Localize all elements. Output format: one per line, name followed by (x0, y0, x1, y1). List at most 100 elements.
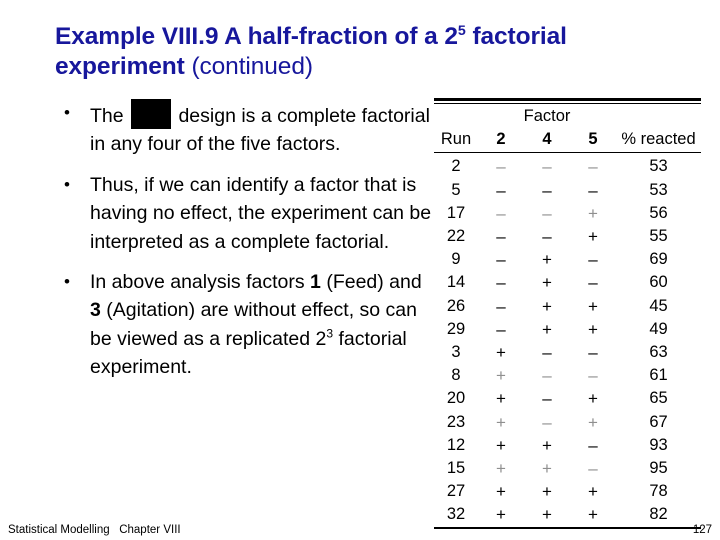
bullet-text-bold-factor-1: 1 (310, 271, 321, 294)
cell-run: 14 (446, 273, 466, 292)
table-header-row: Run 2 4 5 % reacted (434, 128, 701, 154)
cell-factor-4: – (542, 366, 552, 386)
cell-factor-2: – (496, 319, 506, 339)
rule (434, 526, 701, 531)
cell-factor-5: – (588, 157, 598, 177)
table-row: 12 + + – 93 (434, 434, 701, 457)
cell-factor-2: + (496, 482, 506, 502)
cell-factor-4: – (542, 389, 552, 409)
empty-cell (616, 104, 701, 129)
table-group-header-row: Factor (434, 104, 701, 129)
cell-pct-reacted: 55 (649, 227, 668, 246)
cell-factor-4: + (542, 319, 552, 339)
cell-factor-2: – (496, 227, 506, 247)
page-title: Example VIII.9 A half-fraction of a 25 f… (55, 22, 675, 82)
cell-factor-2: – (496, 157, 506, 177)
cell-factor-4: – (542, 180, 552, 200)
cell-run: 22 (446, 227, 466, 246)
cell-factor-5: – (588, 459, 598, 479)
bullet-text-seg: (Feed) and (320, 271, 422, 294)
cell-pct-reacted: 78 (649, 482, 668, 501)
cell-run: 20 (446, 389, 466, 408)
table-row: 8 + – – 61 (434, 364, 701, 387)
page-number: 127 (692, 524, 712, 536)
column-header-factor-2: 2 (478, 128, 524, 154)
cell-pct-reacted: 65 (649, 389, 668, 408)
cell-factor-4: – (542, 412, 552, 432)
cell-run: 27 (446, 482, 466, 501)
cell-run: 17 (446, 203, 466, 222)
cell-run: 26 (446, 296, 466, 315)
table-row: 27 + + +78 (434, 480, 701, 503)
bullet-text-seg: In above analysis factors (90, 271, 311, 294)
table-row: 3 + – – 63 (434, 341, 701, 364)
cell-factor-5: + (588, 319, 598, 339)
cell-pct-reacted: 82 (649, 505, 668, 524)
bullet-marker-icon: • (64, 272, 70, 292)
cell-pct-reacted: 95 (649, 459, 668, 478)
cell-factor-2: + (496, 343, 506, 363)
cell-factor-4: + (542, 273, 552, 293)
list-item: • Thus, if we can identify a factor that … (62, 171, 432, 256)
cell-factor-2: – (496, 296, 506, 316)
cell-pct-reacted: 60 (649, 273, 668, 292)
cell-pct-reacted: 67 (649, 412, 668, 431)
cell-factor-4: + (542, 296, 552, 316)
cell-pct-reacted: 56 (649, 203, 668, 222)
empty-cell (434, 104, 478, 129)
cell-run: 12 (446, 435, 466, 454)
cell-factor-4: + (542, 505, 552, 525)
cell-pct-reacted: 63 (649, 343, 668, 362)
cell-factor-2: – (496, 203, 506, 223)
table-row: 9 – + – 69 (434, 248, 701, 271)
cell-pct-reacted: 53 (649, 157, 668, 176)
cell-factor-5: + (588, 203, 598, 223)
cell-factor-4: – (542, 227, 552, 247)
table-row: 17 – – +56 (434, 202, 701, 225)
design-table: Factor Run 2 4 5 % reacted 2– – –53 5– – –53 1… (434, 98, 701, 531)
cell-factor-5: + (588, 296, 598, 316)
cell-run: 15 (446, 459, 466, 478)
bullet-text-bold-factor-3: 3 (90, 299, 101, 322)
list-item: • In above analysis factors 1 (Feed) and … (62, 268, 432, 382)
table-row: 14 – + – 60 (434, 271, 701, 294)
cell-factor-5: – (588, 343, 598, 363)
cell-run: 29 (446, 319, 466, 338)
table: Factor Run 2 4 5 % reacted 2– – –53 5– – –53 1… (434, 98, 701, 531)
bullet-marker-icon: • (64, 103, 70, 122)
cell-pct-reacted: 69 (649, 250, 668, 269)
cell-factor-4: – (542, 157, 552, 177)
cell-factor-5: – (588, 366, 598, 386)
cell-run: 32 (446, 505, 466, 524)
table-row: 32 + + +82 (434, 503, 701, 527)
bullet-text-pre: The (90, 105, 130, 127)
table-row: 20 + – +65 (434, 387, 701, 410)
cell-factor-4: + (542, 482, 552, 502)
cell-run: 3 (451, 343, 461, 362)
table-row: 29 – + +49 (434, 318, 701, 341)
cell-factor-5: + (588, 389, 598, 409)
bullet-marker-icon: • (64, 174, 70, 194)
page-title-continued: (continued) (191, 53, 313, 80)
table-bottom-rule (434, 526, 701, 531)
cell-factor-5: + (588, 227, 598, 247)
cell-run: 8 (451, 366, 461, 385)
cell-factor-5: – (588, 180, 598, 200)
table-row: 26 – + +45 (434, 295, 701, 318)
cell-factor-5: + (588, 505, 598, 525)
cell-factor-2: + (496, 412, 506, 432)
footer-left-text: Statistical Modelling Chapter VIII (8, 524, 181, 536)
cell-factor-2: + (496, 435, 506, 455)
cell-factor-2: + (496, 459, 506, 479)
cell-pct-reacted: 49 (649, 319, 668, 338)
cell-run: 9 (451, 250, 461, 269)
cell-factor-2: – (496, 250, 506, 270)
redaction-box (131, 99, 172, 129)
column-header-run: Run (434, 128, 478, 154)
cell-pct-reacted: 53 (649, 180, 668, 199)
cell-factor-4: + (542, 250, 552, 270)
cell-factor-2: + (496, 389, 506, 409)
cell-factor-2: – (496, 180, 506, 200)
cell-factor-5: – (588, 435, 598, 455)
cell-pct-reacted: 61 (649, 366, 668, 385)
